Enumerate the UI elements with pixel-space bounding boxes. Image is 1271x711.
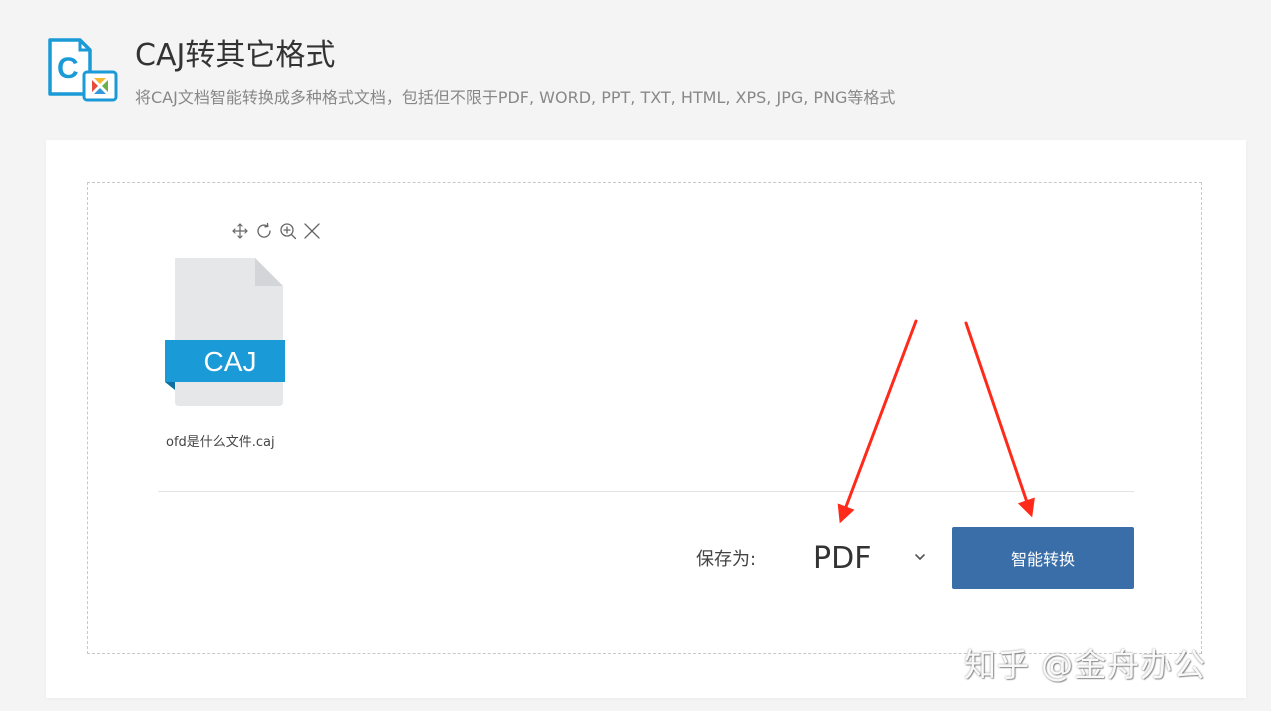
file-drop-zone[interactable]: CAJ ofd是什么文件.caj 保存为: PDF 智能转换 bbox=[87, 182, 1202, 654]
caj-file-icon: CAJ bbox=[165, 258, 285, 406]
converter-card: CAJ ofd是什么文件.caj 保存为: PDF 智能转换 bbox=[46, 140, 1246, 698]
zoom-in-icon[interactable] bbox=[278, 221, 298, 241]
convert-button[interactable]: 智能转换 bbox=[952, 527, 1134, 589]
format-select-value: PDF bbox=[813, 540, 872, 576]
page-subtitle: 将CAJ文档智能转换成多种格式文档，包括但不限于PDF, WORD, PPT, … bbox=[135, 88, 896, 107]
page-title: CAJ转其它格式 bbox=[135, 38, 336, 73]
divider bbox=[158, 491, 1134, 492]
rotate-icon[interactable] bbox=[254, 221, 274, 241]
file-type-label: CAJ bbox=[204, 346, 257, 377]
format-select[interactable]: PDF bbox=[810, 533, 934, 583]
close-icon[interactable] bbox=[302, 221, 322, 241]
chevron-down-icon bbox=[915, 554, 925, 560]
save-as-label: 保存为: bbox=[696, 549, 757, 570]
file-toolbar bbox=[230, 220, 322, 242]
caj-convert-logo-icon: C bbox=[48, 38, 118, 102]
logo-letter: C bbox=[57, 52, 79, 85]
watermark: 知乎 @金舟办公 bbox=[964, 646, 1207, 684]
file-name: ofd是什么文件.caj bbox=[166, 435, 275, 450]
move-icon[interactable] bbox=[230, 221, 250, 241]
